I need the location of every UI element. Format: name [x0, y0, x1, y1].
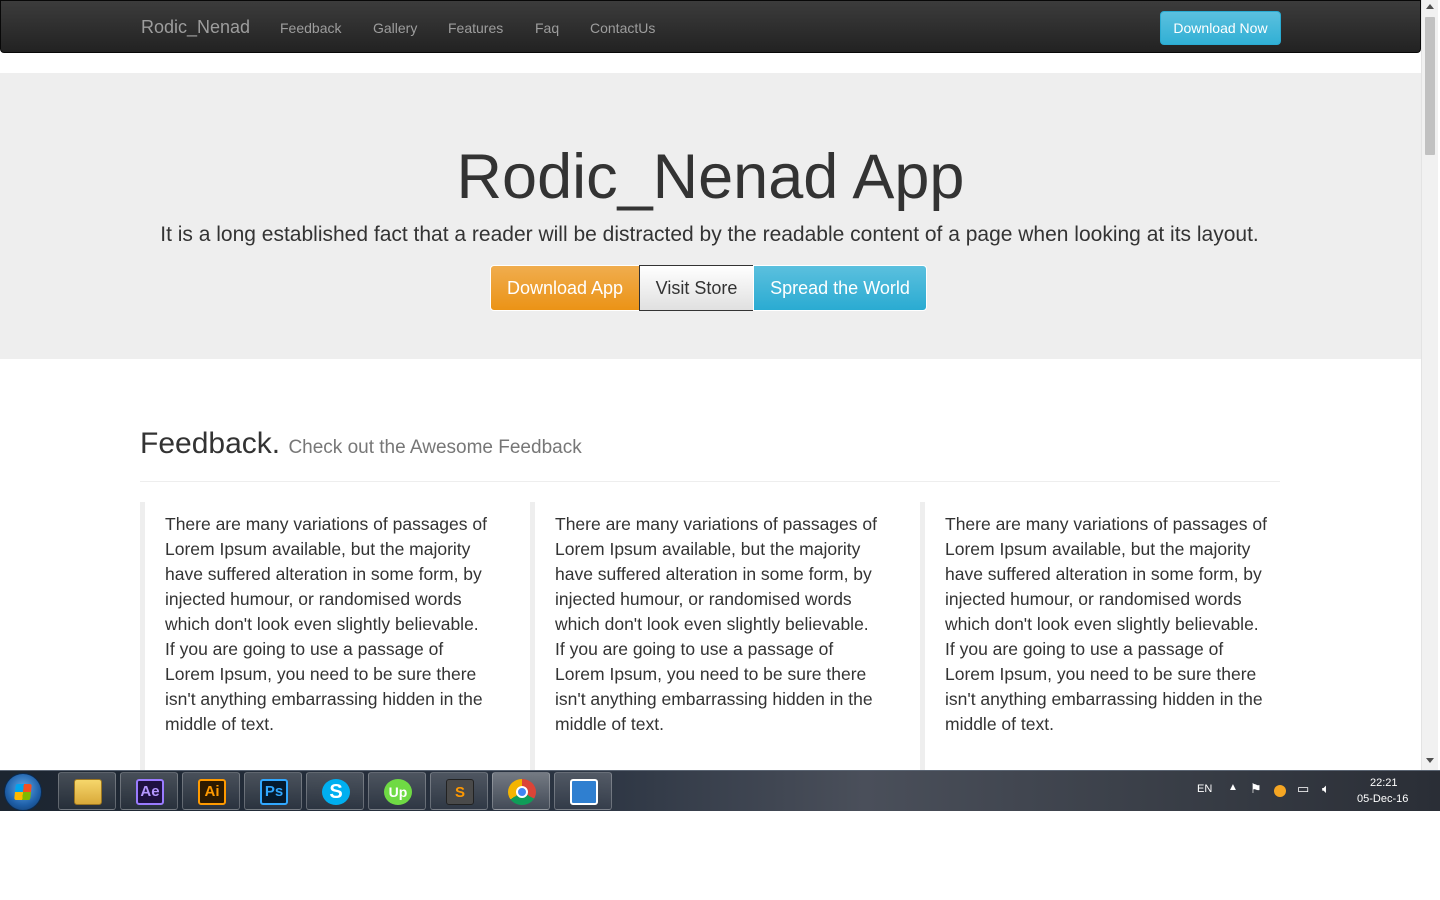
nav-link-gallery[interactable]: Gallery [373, 20, 417, 36]
after-effects-icon: Ae [136, 779, 164, 805]
feedback-quote-1: There are many variations of passages of… [140, 502, 530, 770]
scrollbar-thumb[interactable] [1425, 17, 1435, 155]
skype-icon: S [322, 779, 350, 805]
chrome-icon [508, 779, 536, 805]
download-app-button[interactable]: Download App [490, 265, 640, 311]
taskbar-upwork-button[interactable]: Up [368, 772, 426, 810]
taskbar-sublime-button[interactable]: S [430, 772, 488, 810]
illustrator-icon: Ai [198, 779, 226, 805]
feedback-heading: Feedback. Check out the Awesome Feedback [140, 427, 582, 461]
photoshop-icon: Ps [260, 779, 288, 805]
sublime-text-icon: S [446, 779, 474, 805]
show-hidden-icons-icon[interactable]: ▲ [1228, 782, 1238, 793]
browser-viewport: Rodic_Nenad Feedback Gallery Features Fa… [0, 0, 1421, 770]
folder-icon [74, 779, 102, 805]
nav-link-faq[interactable]: Faq [535, 20, 559, 36]
download-now-button[interactable]: Download Now [1160, 11, 1281, 45]
feedback-subtitle: Check out the Awesome Feedback [288, 437, 582, 458]
network-icon[interactable]: ▭ [1297, 781, 1309, 797]
language-indicator[interactable]: EN [1197, 783, 1212, 795]
hero-jumbotron: Rodic_Nenad App It is a long established… [0, 73, 1421, 359]
feedback-divider [140, 481, 1280, 482]
taskbar-skype-button[interactable]: S [306, 772, 364, 810]
nav-link-contactus[interactable]: ContactUs [590, 20, 655, 36]
taskbar-explorer-button[interactable] [58, 772, 116, 810]
feedback-quote-2: There are many variations of passages of… [530, 502, 920, 770]
navbar-brand[interactable]: Rodic_Nenad [141, 17, 250, 38]
app-window-icon [570, 779, 598, 805]
navbar: Rodic_Nenad Feedback Gallery Features Fa… [0, 0, 1421, 53]
hero-title: Rodic_Nenad App [456, 142, 965, 212]
spread-the-world-button[interactable]: Spread the World [753, 265, 927, 311]
scroll-up-icon[interactable] [1426, 4, 1434, 9]
start-button[interactable] [4, 773, 42, 811]
feedback-quote-text: There are many variations of passages of… [165, 514, 487, 734]
feedback-quote-3: There are many variations of passages of… [920, 502, 1310, 770]
feedback-title: Feedback. [140, 427, 281, 460]
windows-taskbar: Ae Ai Ps S Up S EN ▲ ⚑ ▭ 🔈︎ 22:21 05-Dec… [0, 770, 1440, 811]
avast-icon[interactable] [1274, 785, 1286, 797]
visit-store-button[interactable]: Visit Store [639, 265, 754, 311]
scroll-down-icon[interactable] [1426, 758, 1434, 763]
windows-logo-icon [14, 784, 32, 800]
action-center-flag-icon[interactable]: ⚑ [1250, 781, 1262, 797]
vertical-scrollbar[interactable] [1421, 0, 1438, 770]
clock-time[interactable]: 22:21 [1370, 777, 1398, 789]
nav-link-feedback[interactable]: Feedback [280, 20, 341, 36]
taskbar-photoshop-button[interactable]: Ps [244, 772, 302, 810]
feedback-quote-text: There are many variations of passages of… [945, 514, 1267, 734]
taskbar-after-effects-button[interactable]: Ae [120, 772, 178, 810]
taskbar-chrome-button[interactable] [492, 772, 550, 810]
taskbar-app-button[interactable] [554, 772, 612, 810]
hero-subtitle: It is a long established fact that a rea… [160, 223, 1259, 246]
volume-icon[interactable]: 🔈︎ [1322, 781, 1330, 797]
hero-button-group: Download App Visit Store Spread the Worl… [490, 265, 927, 311]
nav-link-features[interactable]: Features [448, 20, 503, 36]
taskbar-illustrator-button[interactable]: Ai [182, 772, 240, 810]
clock-date[interactable]: 05-Dec-16 [1357, 793, 1408, 805]
feedback-quote-text: There are many variations of passages of… [555, 514, 877, 734]
upwork-icon: Up [384, 779, 412, 805]
